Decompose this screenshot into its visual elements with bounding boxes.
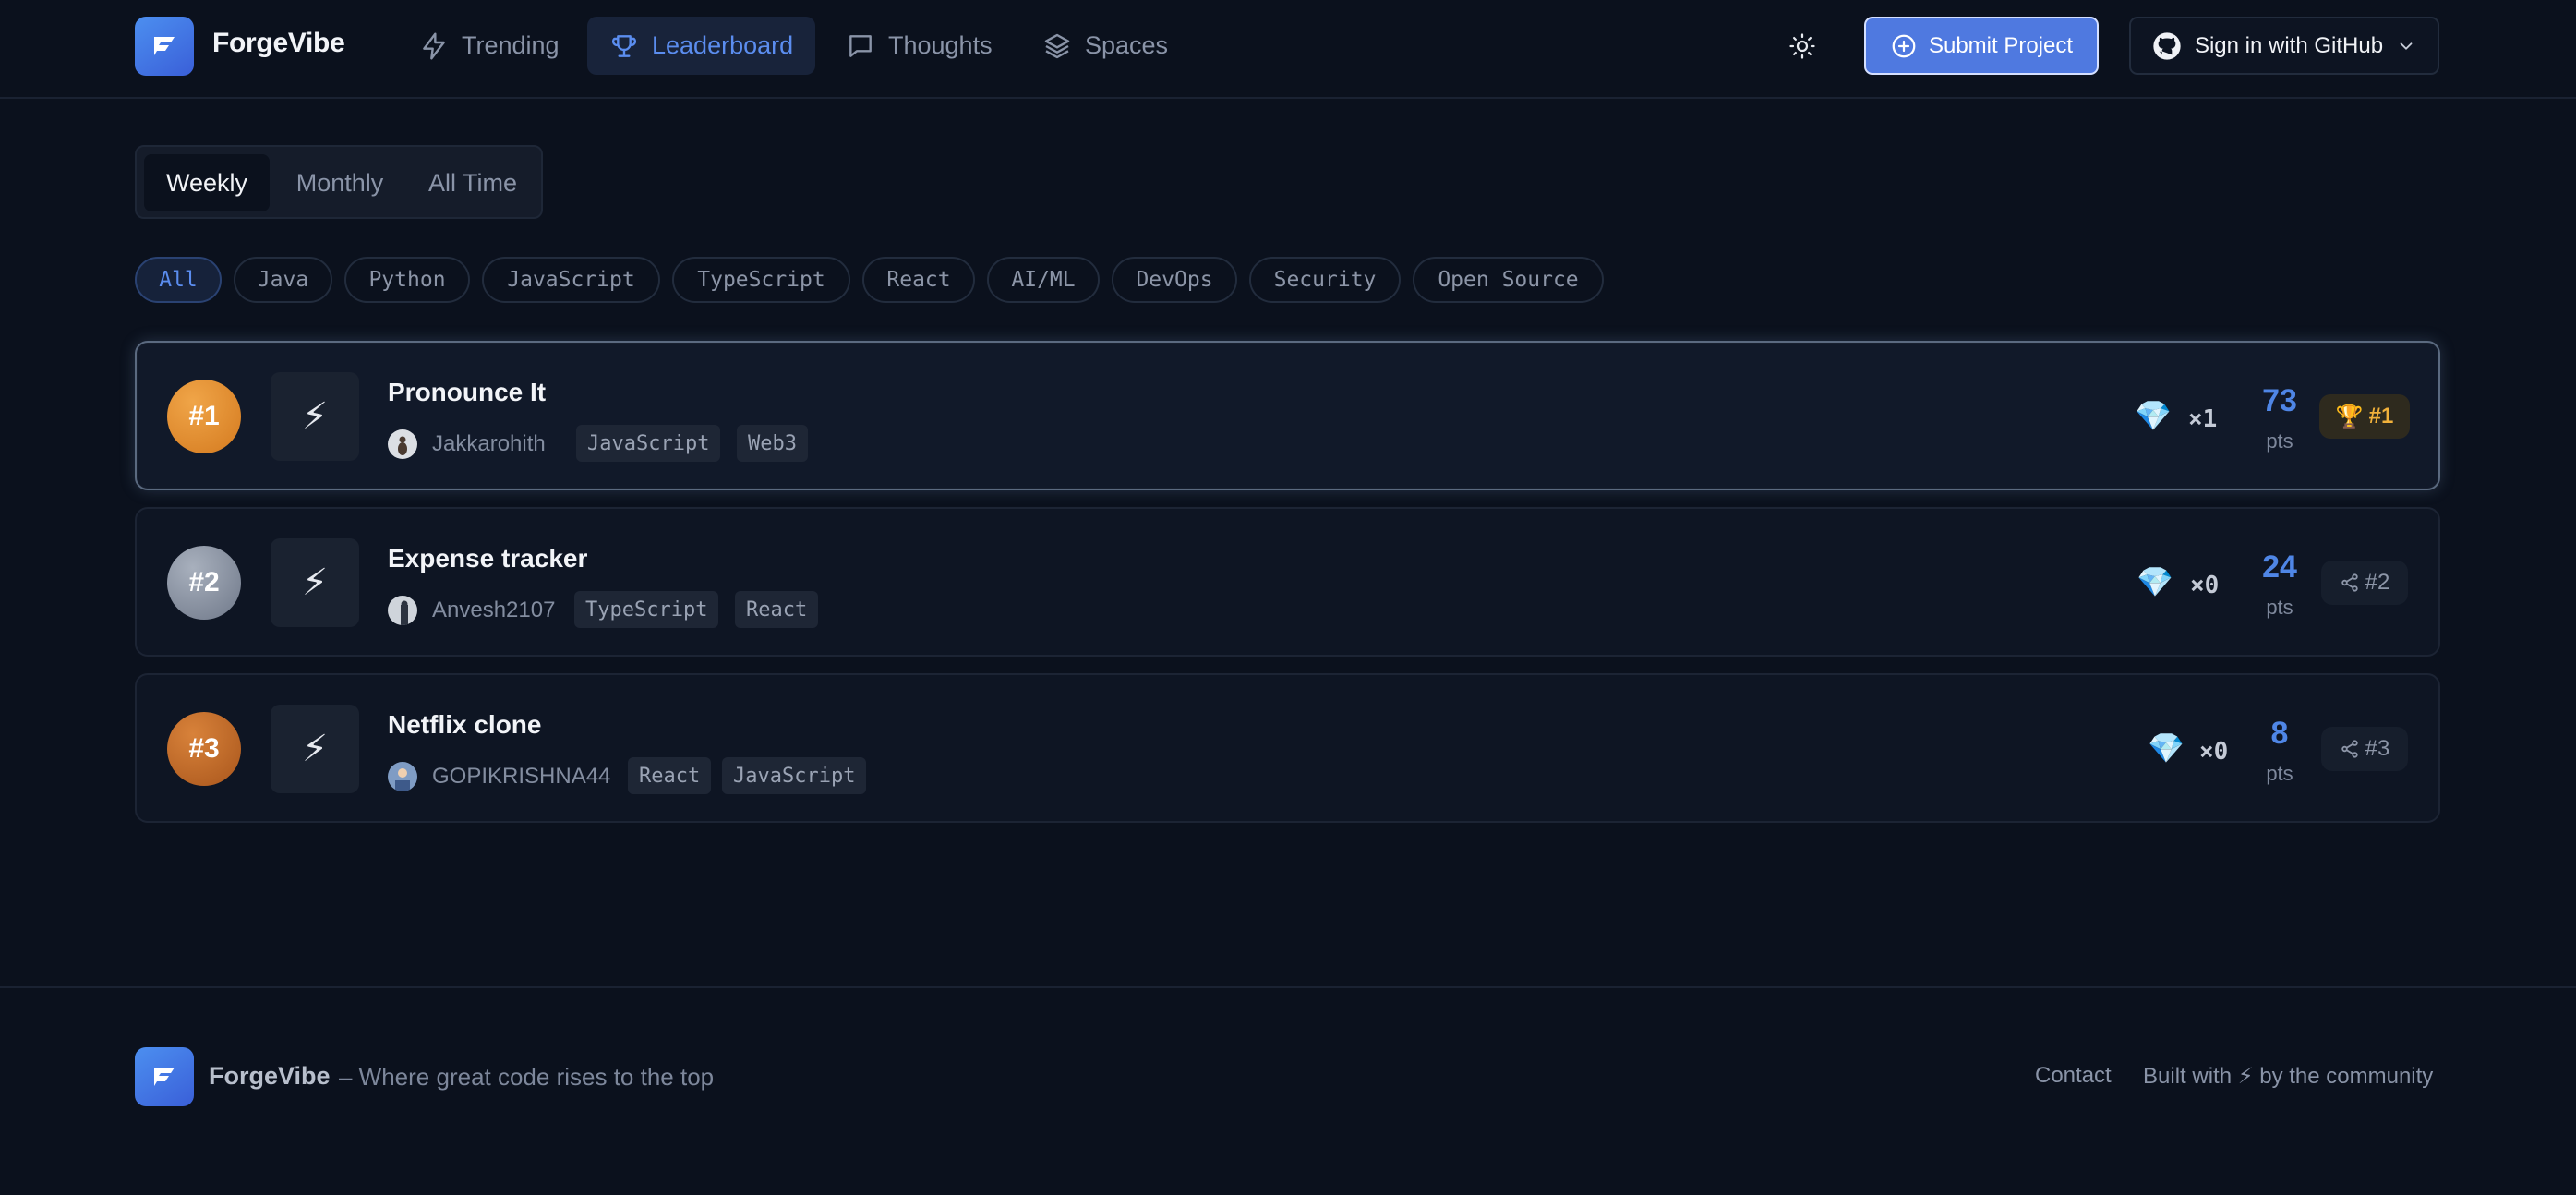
footer-tagline: – Where great code rises to the top <box>339 1063 715 1091</box>
project-title[interactable]: Expense tracker <box>388 544 587 573</box>
rank-badge: #3 <box>167 712 241 786</box>
badge-label: #2 <box>2365 570 2390 595</box>
rank-badge: #2 <box>167 546 241 620</box>
gem-count: ×0 <box>2190 572 2220 599</box>
gem-count: ×0 <box>2199 738 2229 766</box>
project-tag: JavaScript <box>576 425 721 462</box>
forge-logo-icon <box>154 1068 175 1086</box>
github-signin-button[interactable]: Sign in with GitHub <box>2129 17 2439 75</box>
footer-contact-link[interactable]: Contact <box>2035 1063 2112 1089</box>
filter-chip-devops[interactable]: DevOps <box>1112 257 1237 303</box>
sun-icon <box>1789 33 1815 59</box>
avatar <box>388 596 417 625</box>
nav-spaces-label: Spaces <box>1085 31 1169 59</box>
theme-toggle-button[interactable] <box>1780 24 1824 68</box>
project-title[interactable]: Pronounce It <box>388 378 546 407</box>
project-thumbnail: ⚡ <box>271 372 359 461</box>
trophy-icon <box>611 34 637 57</box>
share-icon <box>2341 740 2358 758</box>
github-signin-label: Sign in with GitHub <box>2194 32 2384 58</box>
footer-brand: ForgeVibe <box>209 1062 331 1090</box>
brand-name[interactable]: ForgeVibe <box>212 28 345 59</box>
rank-badge: #1 <box>167 380 241 453</box>
gem-icon: 💎 <box>2137 565 2173 598</box>
tab-weekly[interactable]: Weekly <box>144 154 270 211</box>
avatar <box>388 762 417 791</box>
share-rank-button[interactable]: #3 <box>2321 727 2408 771</box>
gem-icon: 💎 <box>2148 731 2185 765</box>
gem-count: ×1 <box>2188 405 2218 433</box>
share-icon <box>2341 573 2358 592</box>
footer-logo[interactable] <box>135 1047 194 1106</box>
project-thumbnail: ⚡ <box>271 538 359 627</box>
nav-leaderboard-label: Leaderboard <box>652 31 794 59</box>
project-tag: React <box>628 757 712 794</box>
tab-monthly[interactable]: Monthly <box>275 154 404 211</box>
filter-chip-all[interactable]: All <box>135 257 222 303</box>
badge-label: #1 <box>2368 404 2394 429</box>
author-name[interactable]: Jakkarohith <box>432 431 546 457</box>
points-label: pts <box>2266 429 2293 453</box>
leaderboard-row-3[interactable]: #3 ⚡ Netflix clone GOPIKRISHNA44 React J… <box>135 673 2440 823</box>
filter-chip-python[interactable]: Python <box>344 257 470 303</box>
points-label: pts <box>2266 762 2293 785</box>
share-rank-button[interactable]: #2 <box>2321 561 2408 605</box>
project-title[interactable]: Netflix clone <box>388 710 541 740</box>
forge-logo-icon <box>154 37 175 55</box>
nav-trending[interactable]: Trending <box>397 17 582 75</box>
badge-label: #3 <box>2365 736 2390 761</box>
nav-spaces[interactable]: Spaces <box>1020 17 1190 75</box>
project-tag: JavaScript <box>722 757 867 794</box>
project-tag: Web3 <box>737 425 808 462</box>
filter-chip-java[interactable]: Java <box>234 257 332 303</box>
points-value: 8 <box>2270 716 2289 751</box>
top-nav-bar: ForgeVibe Trending Leaderboard Thoughts … <box>0 0 2576 99</box>
tab-all-time[interactable]: All Time <box>410 154 536 211</box>
logo[interactable] <box>135 17 194 76</box>
trophy-icon: 🏆 <box>2335 404 2364 429</box>
nav-leaderboard[interactable]: Leaderboard <box>587 17 816 75</box>
avatar <box>388 429 417 459</box>
points-value: 24 <box>2262 549 2297 585</box>
project-tag: React <box>735 591 819 628</box>
filter-chip-javascript[interactable]: JavaScript <box>482 257 660 303</box>
plus-circle-icon <box>1892 34 1916 57</box>
period-tabs: Weekly Monthly All Time <box>135 145 543 219</box>
footer: ForgeVibe – Where great code rises to th… <box>0 986 2576 1195</box>
nav-trending-label: Trending <box>462 31 560 59</box>
points-value: 73 <box>2262 383 2297 418</box>
filter-chip-open-source[interactable]: Open Source <box>1413 257 1604 303</box>
layers-icon <box>1044 33 1070 58</box>
author-name[interactable]: Anvesh2107 <box>432 598 555 623</box>
gem-icon: 💎 <box>2135 399 2172 432</box>
lightning-icon <box>423 31 445 60</box>
nav-thoughts[interactable]: Thoughts <box>824 17 1015 75</box>
chevron-down-icon <box>2400 42 2413 50</box>
nav-thoughts-label: Thoughts <box>888 31 993 59</box>
submit-project-button[interactable]: Submit Project <box>1864 17 2099 75</box>
message-icon <box>849 34 872 57</box>
filter-chip-typescript[interactable]: TypeScript <box>672 257 850 303</box>
github-icon <box>2153 31 2181 60</box>
submit-project-label: Submit Project <box>1928 32 2074 58</box>
points-label: pts <box>2266 596 2293 619</box>
filter-chip-react[interactable]: React <box>862 257 975 303</box>
project-thumbnail: ⚡ <box>271 705 359 793</box>
rank-trophy-badge: 🏆 #1 <box>2319 394 2410 439</box>
project-tag: TypeScript <box>574 591 719 628</box>
leaderboard-row-1[interactable]: #1 ⚡ Pronounce It Jakkarohith JavaScript… <box>135 341 2440 490</box>
author-name[interactable]: GOPIKRISHNA44 <box>432 764 610 790</box>
footer-built-with: Built with ⚡ by the community <box>2143 1064 2434 1089</box>
filter-chip-ai-ml[interactable]: AI/ML <box>987 257 1100 303</box>
filter-chip-security[interactable]: Security <box>1249 257 1401 303</box>
leaderboard-row-2[interactable]: #2 ⚡ Expense tracker Anvesh2107 TypeScri… <box>135 507 2440 657</box>
